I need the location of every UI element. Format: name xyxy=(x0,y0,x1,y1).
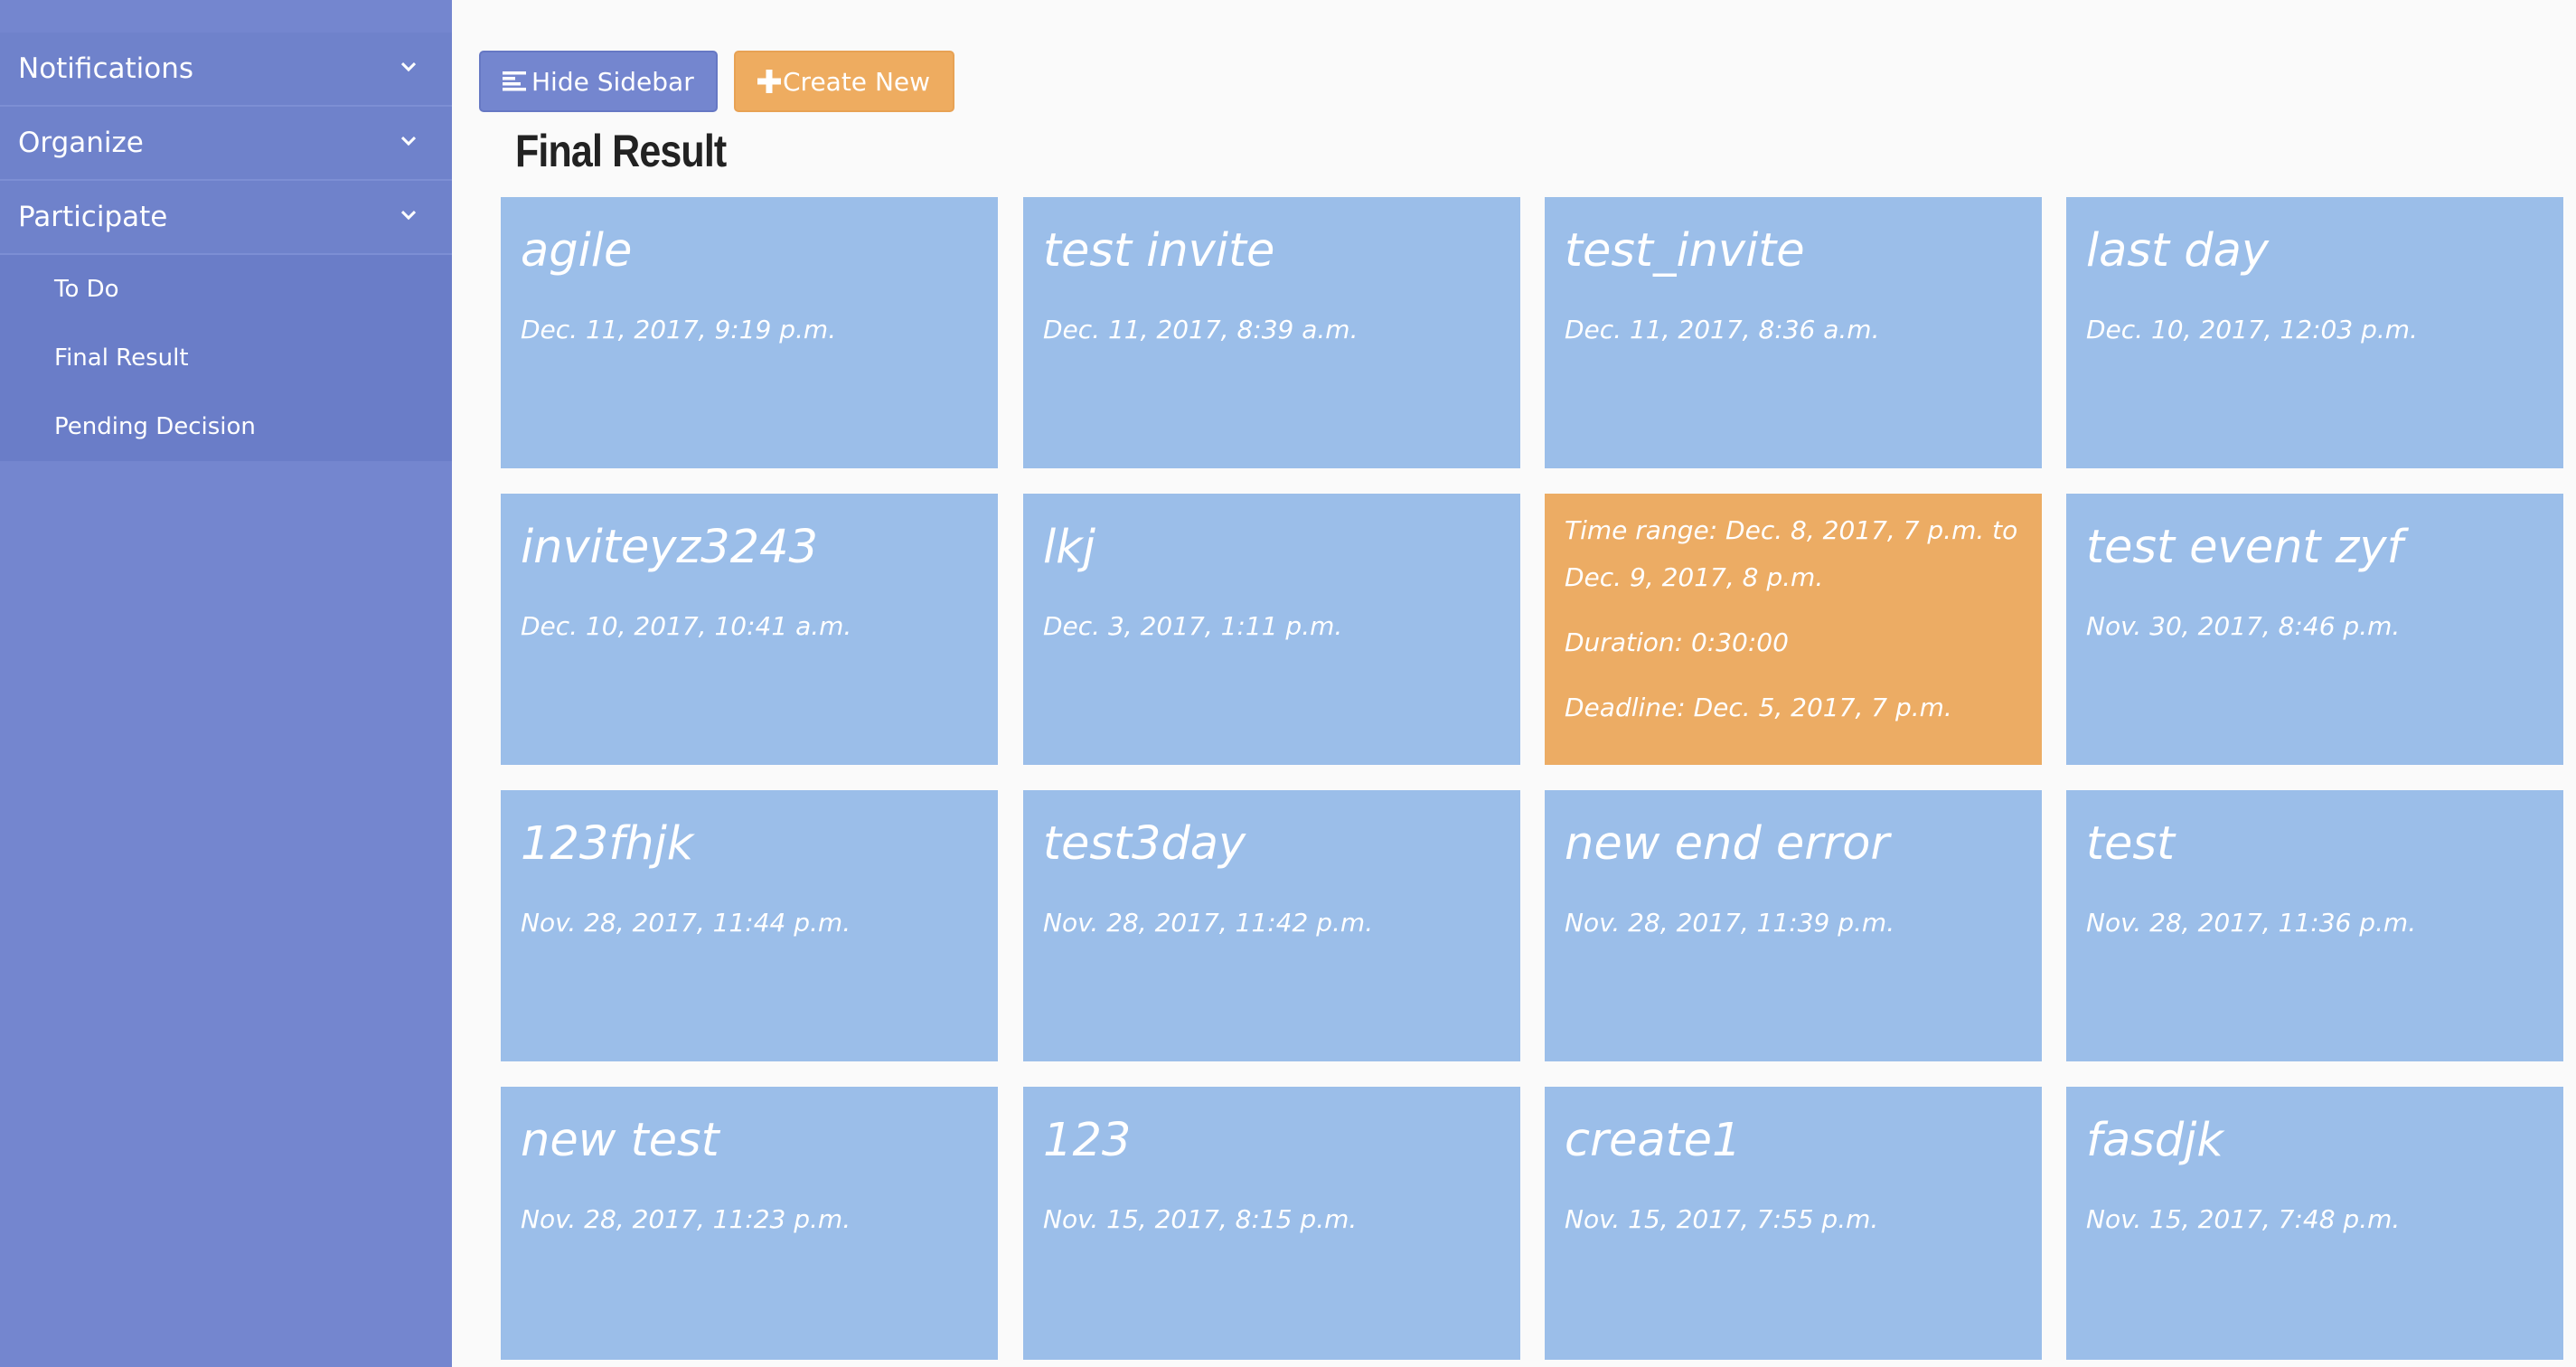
card-title: test xyxy=(2086,817,2175,871)
chevron-down-icon xyxy=(400,137,417,146)
app: Notifications Organize Participate To Do… xyxy=(0,0,2576,1367)
card-date: Nov. 28, 2017, 11:36 p.m. xyxy=(2086,908,2417,938)
card-date: Nov. 15, 2017, 8:15 p.m. xyxy=(1043,1204,1358,1234)
sidebar-section-participate[interactable]: Participate xyxy=(0,181,452,255)
event-card[interactable]: create1 Nov. 15, 2017, 7:55 p.m. xyxy=(1545,1087,2042,1360)
card-title: test invite xyxy=(1043,224,1275,278)
card-date: Dec. 11, 2017, 8:36 a.m. xyxy=(1565,315,1880,344)
event-card[interactable]: test event zyf Nov. 30, 2017, 8:46 p.m. xyxy=(2066,494,2563,765)
event-card[interactable]: 123fhjk Nov. 28, 2017, 11:44 p.m. xyxy=(501,790,998,1061)
card-title: new test xyxy=(521,1114,719,1167)
card-date: Dec. 11, 2017, 9:19 p.m. xyxy=(521,315,837,344)
card-date: Dec. 10, 2017, 10:41 a.m. xyxy=(521,611,852,641)
event-card[interactable]: new test Nov. 28, 2017, 11:23 p.m. xyxy=(501,1087,998,1360)
sidebar-submenu-participate: To Do Final Result Pending Decision xyxy=(0,255,452,461)
card-date: Nov. 28, 2017, 11:42 p.m. xyxy=(1043,908,1374,938)
sidebar: Notifications Organize Participate To Do… xyxy=(0,0,452,1367)
card-title: inviteyz3243 xyxy=(521,521,818,574)
card-title: agile xyxy=(521,224,633,278)
card-date: Nov. 28, 2017, 11:44 p.m. xyxy=(521,908,851,938)
event-card[interactable]: fasdjk Nov. 15, 2017, 7:48 p.m. xyxy=(2066,1087,2563,1360)
event-card[interactable]: test Nov. 28, 2017, 11:36 p.m. xyxy=(2066,790,2563,1061)
chevron-down-icon xyxy=(400,62,417,72)
event-card[interactable]: last day Dec. 10, 2017, 12:03 p.m. xyxy=(2066,197,2563,468)
sidebar-section-label: Notifications xyxy=(18,52,194,85)
sidebar-item-to-do[interactable]: To Do xyxy=(0,255,452,324)
card-title: last day xyxy=(2086,224,2270,278)
card-time-range-end: Dec. 9, 2017, 8 p.m. xyxy=(1565,562,1824,592)
card-date: Dec. 10, 2017, 12:03 p.m. xyxy=(2086,315,2418,344)
card-time-range: Time range: Dec. 8, 2017, 7 p.m. to xyxy=(1565,515,2018,545)
card-deadline: Deadline: Dec. 5, 2017, 7 p.m. xyxy=(1565,693,1952,722)
event-card[interactable]: test invite Dec. 11, 2017, 8:39 a.m. xyxy=(1023,197,1520,468)
sidebar-item-label: Pending Decision xyxy=(54,413,256,440)
card-date: Nov. 28, 2017, 11:23 p.m. xyxy=(521,1204,851,1234)
card-date: Nov. 15, 2017, 7:48 p.m. xyxy=(2086,1204,2401,1234)
event-card[interactable]: agile Dec. 11, 2017, 9:19 p.m. xyxy=(501,197,998,468)
event-card-hovered[interactable]: Time range: Dec. 8, 2017, 7 p.m. to Dec.… xyxy=(1545,494,2042,765)
sidebar-item-final-result[interactable]: Final Result xyxy=(0,324,452,392)
hide-sidebar-button[interactable]: Hide Sidebar xyxy=(479,51,718,112)
event-card[interactable]: 123 Nov. 15, 2017, 8:15 p.m. xyxy=(1023,1087,1520,1360)
sidebar-section-notifications[interactable]: Notifications xyxy=(0,33,452,107)
card-date: Nov. 15, 2017, 7:55 p.m. xyxy=(1565,1204,1879,1234)
card-title: 123fhjk xyxy=(521,817,694,871)
card-title: test event zyf xyxy=(2086,521,2403,574)
card-date: Nov. 28, 2017, 11:39 p.m. xyxy=(1565,908,1895,938)
plus-icon xyxy=(757,70,781,93)
event-card[interactable]: new end error Nov. 28, 2017, 11:39 p.m. xyxy=(1545,790,2042,1061)
hide-sidebar-label: Hide Sidebar xyxy=(531,66,694,97)
event-card[interactable]: inviteyz3243 Dec. 10, 2017, 10:41 a.m. xyxy=(501,494,998,765)
sidebar-section-label: Participate xyxy=(18,201,168,233)
card-duration: Duration: 0:30:00 xyxy=(1565,627,1789,657)
menu-lines-icon xyxy=(503,71,526,91)
event-card[interactable]: test3day Nov. 28, 2017, 11:42 p.m. xyxy=(1023,790,1520,1061)
event-card[interactable]: test_invite Dec. 11, 2017, 8:36 a.m. xyxy=(1545,197,2042,468)
sidebar-section-label: Organize xyxy=(18,127,144,159)
card-title: create1 xyxy=(1565,1114,1742,1167)
card-date: Dec. 3, 2017, 1:11 p.m. xyxy=(1043,611,1343,641)
card-title: test3day xyxy=(1043,817,1246,871)
page-title: Final Result xyxy=(515,126,727,176)
chevron-down-icon xyxy=(400,211,417,221)
sidebar-section-organize[interactable]: Organize xyxy=(0,107,452,181)
card-title: 123 xyxy=(1043,1114,1132,1167)
sidebar-item-label: To Do xyxy=(54,276,119,303)
card-title: test_invite xyxy=(1565,224,1805,278)
card-title: new end error xyxy=(1565,817,1890,871)
sidebar-item-pending-decision[interactable]: Pending Decision xyxy=(0,392,452,461)
card-title: fasdjk xyxy=(2086,1114,2223,1167)
card-title: lkj xyxy=(1043,521,1095,574)
card-date: Nov. 30, 2017, 8:46 p.m. xyxy=(2086,611,2401,641)
create-new-label: Create New xyxy=(783,66,931,97)
event-card[interactable]: lkj Dec. 3, 2017, 1:11 p.m. xyxy=(1023,494,1520,765)
sidebar-item-label: Final Result xyxy=(54,344,189,372)
create-new-button[interactable]: Create New xyxy=(734,51,954,112)
card-date: Dec. 11, 2017, 8:39 a.m. xyxy=(1043,315,1359,344)
